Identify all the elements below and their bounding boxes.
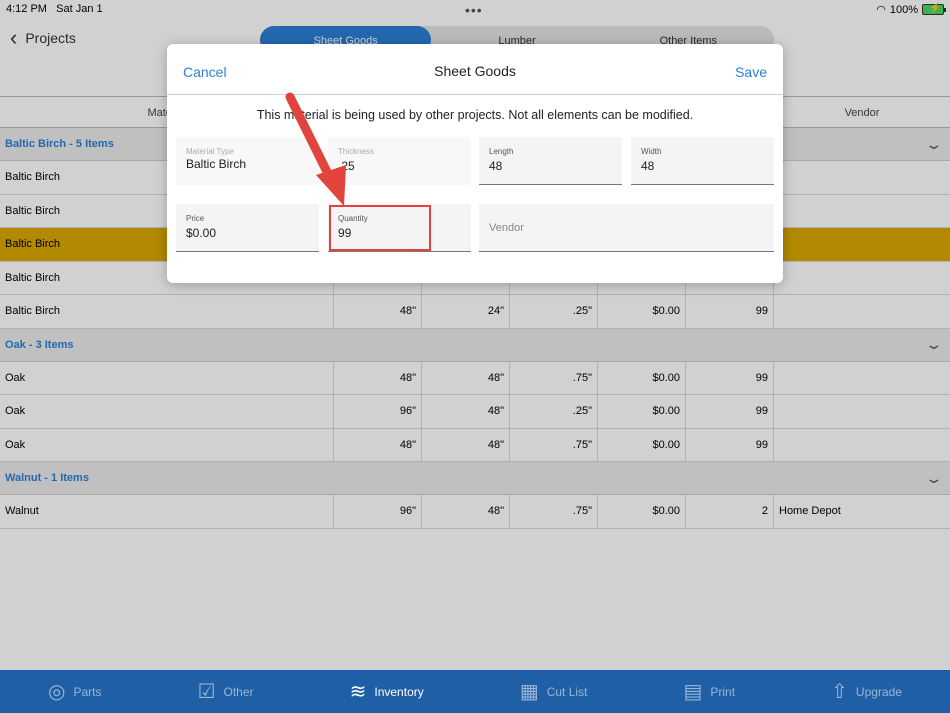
annotation-arrow-icon [285,92,346,206]
